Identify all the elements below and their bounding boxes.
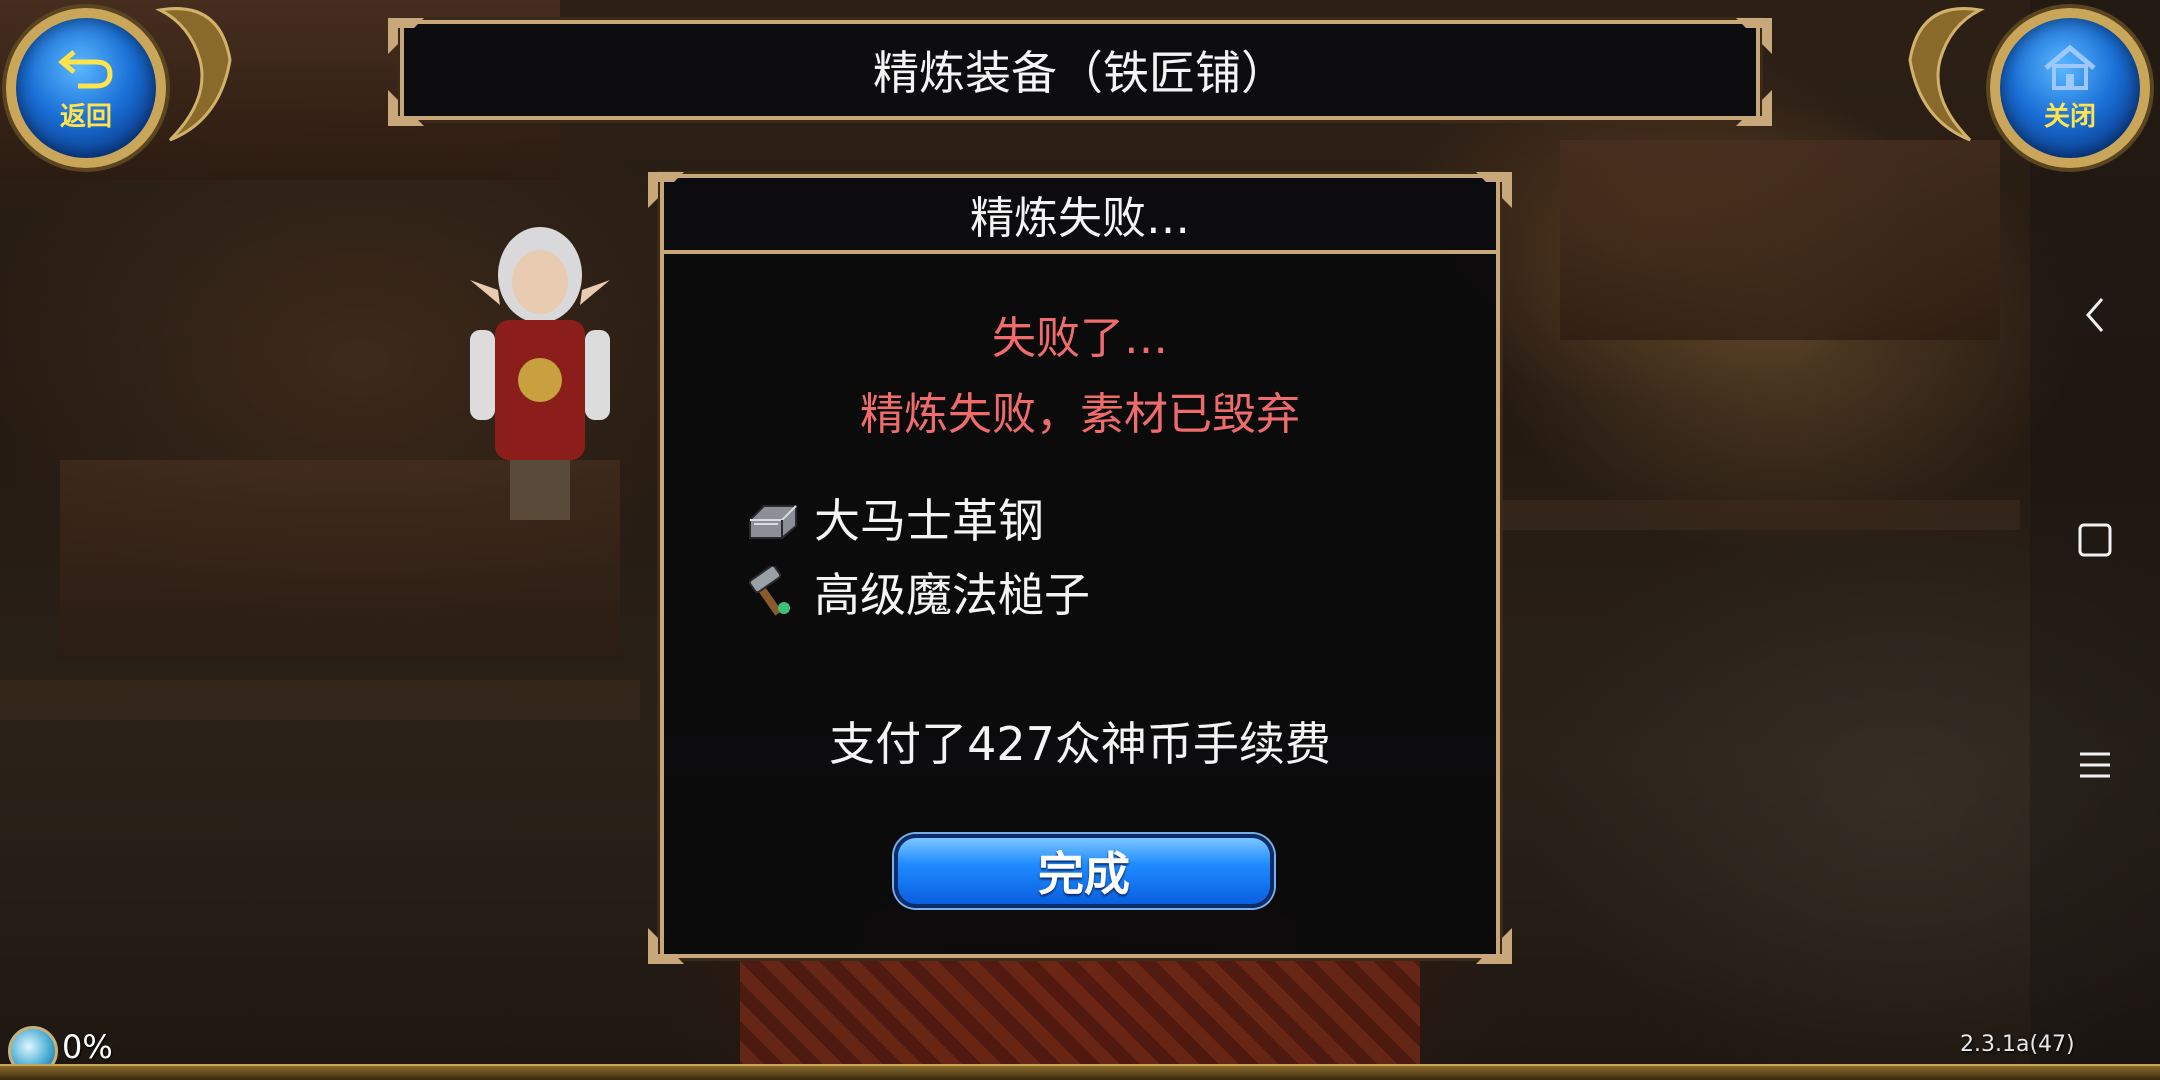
fail-short-text: 失败了… xyxy=(992,313,1168,364)
page-title-bar: 精炼装备（铁匠铺） xyxy=(397,17,1763,123)
done-button[interactable]: 完成 xyxy=(894,834,1274,908)
frame-ornament xyxy=(1470,168,1516,214)
fee-text: 支付了427众神币手续费 xyxy=(829,717,1331,771)
page-title: 精炼装备（铁匠铺） xyxy=(873,46,1287,100)
back-button[interactable]: 返回 xyxy=(6,8,166,168)
frame-ornament xyxy=(1470,922,1516,968)
frame-ornament xyxy=(644,168,690,214)
exp-progress-bar xyxy=(0,1064,2160,1080)
frame-ornament xyxy=(644,922,690,968)
close-button-label: 关闭 xyxy=(2043,101,2096,132)
frame-ornament xyxy=(1730,14,1776,60)
square-icon[interactable] xyxy=(2030,500,2160,580)
return-arrow-icon xyxy=(58,49,113,88)
dialog-title: 精炼失败… xyxy=(970,193,1190,244)
home-icon xyxy=(2044,44,2096,90)
exp-percent: 0% xyxy=(62,1028,113,1066)
menu-icon[interactable] xyxy=(2030,725,2160,805)
dialog-header: 精炼失败… xyxy=(664,178,1496,254)
horn-ornament xyxy=(1908,7,1985,142)
frame-ornament xyxy=(384,84,430,130)
frame-ornament xyxy=(1730,84,1776,130)
back-button-label: 返回 xyxy=(59,101,112,132)
material-item: 大马士革钢 xyxy=(744,488,1044,548)
material-item: 高级魔法槌子 xyxy=(744,562,1090,622)
done-button-label: 完成 xyxy=(1038,847,1130,901)
magic-hammer-icon xyxy=(748,566,790,616)
fail-detail-text: 精炼失败，素材已毁弃 xyxy=(860,389,1300,440)
close-button[interactable]: 关闭 xyxy=(1990,8,2150,168)
version-label: 2.3.1a(47) xyxy=(1960,1032,2075,1057)
steel-ingot-icon xyxy=(749,505,797,539)
material-name: 高级魔法槌子 xyxy=(814,568,1090,622)
frame-ornament xyxy=(384,14,430,60)
material-name: 大马士革钢 xyxy=(814,494,1044,548)
chevron-left-icon[interactable] xyxy=(2030,275,2160,355)
npc-character-figure xyxy=(470,227,610,520)
refine-result-dialog: 精炼失败… 失败了… 精炼失败，素材已毁弃 大马士革钢 高级魔法槌子 支付了42… xyxy=(657,171,1503,961)
